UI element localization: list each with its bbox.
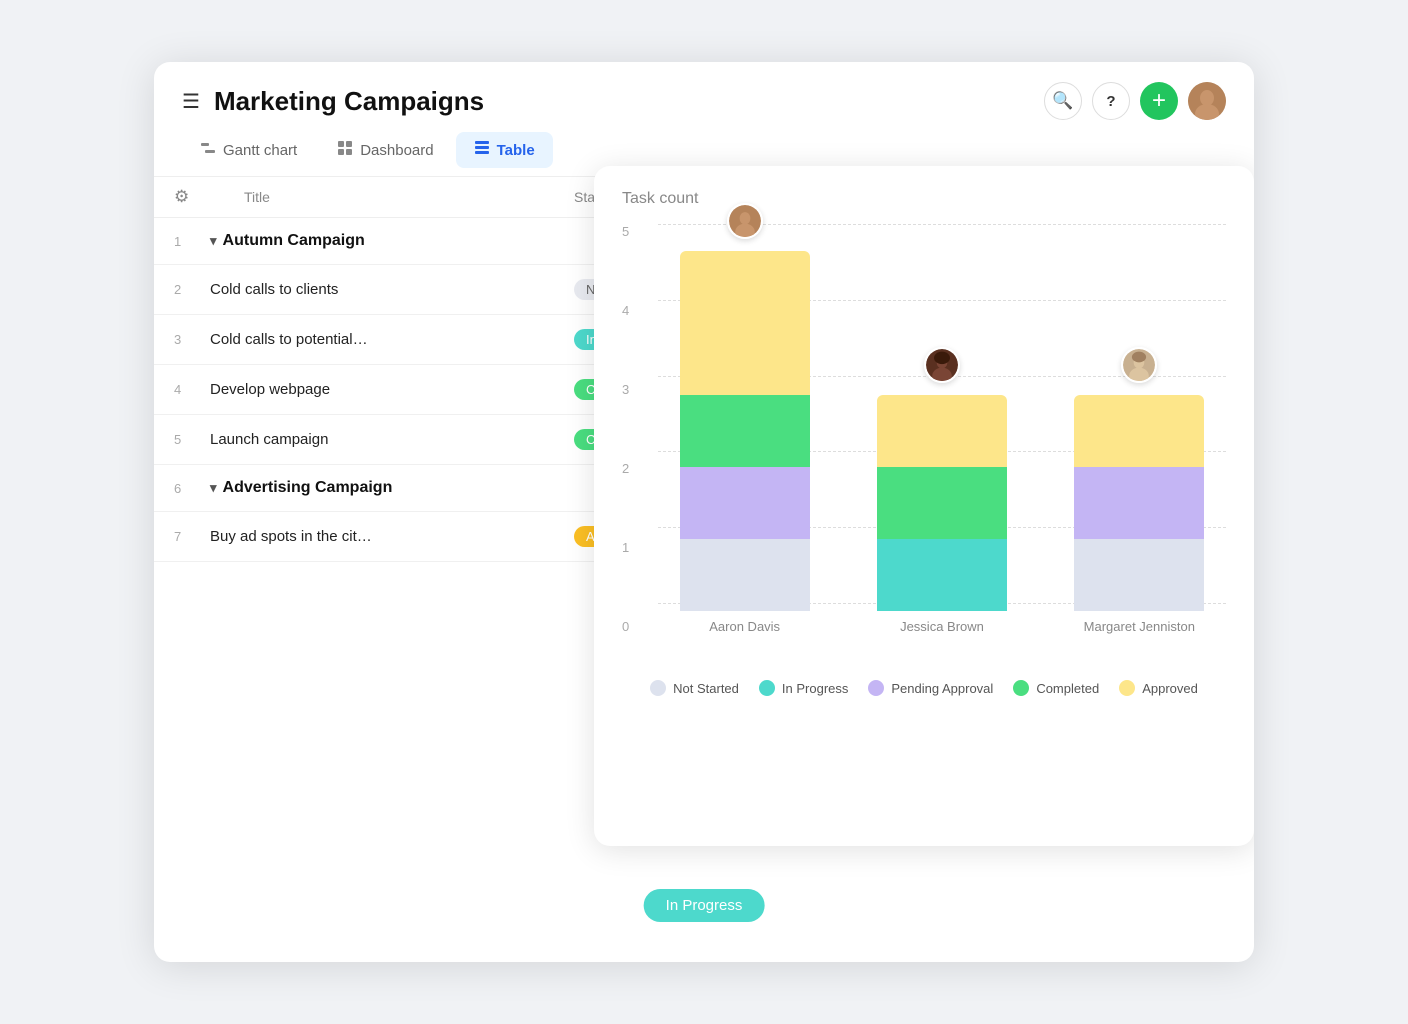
bar-group-aaron: Aaron Davis bbox=[658, 251, 831, 634]
search-button[interactable]: 🔍 bbox=[1044, 82, 1082, 120]
row-title: Develop webpage bbox=[202, 381, 574, 398]
legend-label-pending: Pending Approval bbox=[891, 681, 993, 696]
dashboard-icon bbox=[337, 140, 353, 160]
search-icon: 🔍 bbox=[1052, 91, 1073, 111]
row-number: 4 bbox=[174, 382, 202, 397]
row-number: 6 bbox=[174, 481, 202, 496]
legend-pending-approval: Pending Approval bbox=[868, 680, 993, 696]
chevron-icon: ▾ bbox=[210, 480, 217, 496]
table-icon bbox=[474, 140, 490, 160]
chart-title: Task count bbox=[622, 190, 1226, 208]
y-label: 0 bbox=[622, 619, 629, 634]
bar-segment-completed bbox=[680, 395, 810, 467]
bar-segment-pending bbox=[680, 467, 810, 539]
row-title: Buy ad spots in the cit… bbox=[202, 528, 574, 545]
header-left: ☰ Marketing Campaigns bbox=[182, 86, 484, 117]
bar-stack bbox=[680, 251, 810, 611]
page-title: Marketing Campaigns bbox=[214, 86, 484, 117]
legend-completed: Completed bbox=[1013, 680, 1099, 696]
menu-icon[interactable]: ☰ bbox=[182, 89, 200, 114]
header-right: 🔍 ? + bbox=[1044, 82, 1226, 120]
settings-icon[interactable]: ⚙ bbox=[174, 187, 189, 207]
add-icon: + bbox=[1152, 89, 1166, 113]
row-title: Launch campaign bbox=[202, 431, 574, 448]
bar-segment-not-started bbox=[680, 539, 810, 611]
row-title: ▾Autumn Campaign bbox=[202, 232, 574, 250]
bar-stack bbox=[877, 395, 1007, 611]
legend-label-not-started: Not Started bbox=[673, 681, 739, 696]
user-avatar[interactable] bbox=[1188, 82, 1226, 120]
bar-label-jessica: Jessica Brown bbox=[900, 619, 984, 634]
chart-panel: Task count 0 1 2 3 4 5 bbox=[594, 166, 1254, 846]
y-label: 1 bbox=[622, 540, 629, 555]
bar-group-margaret: Margaret Jenniston bbox=[1053, 395, 1226, 634]
header: ☰ Marketing Campaigns 🔍 ? + bbox=[154, 62, 1254, 132]
gantt-icon bbox=[200, 140, 216, 160]
y-label: 5 bbox=[622, 224, 629, 239]
legend-in-progress: In Progress bbox=[759, 680, 848, 696]
chart-legend: Not Started In Progress Pending Approval… bbox=[622, 680, 1226, 696]
bar-stack bbox=[1074, 395, 1204, 611]
bar-segment-pending bbox=[1074, 467, 1204, 539]
tab-gantt-label: Gantt chart bbox=[223, 142, 297, 159]
row-number: 7 bbox=[174, 529, 202, 544]
legend-dot-in-progress bbox=[759, 680, 775, 696]
bar-label-margaret: Margaret Jenniston bbox=[1084, 619, 1195, 634]
row-title: ▾Advertising Campaign bbox=[202, 479, 574, 497]
tab-table[interactable]: Table bbox=[456, 132, 553, 168]
tab-dashboard[interactable]: Dashboard bbox=[319, 132, 451, 168]
bar-segment-approved bbox=[1074, 395, 1204, 467]
view-tabs: Gantt chart Dashboard Table bbox=[154, 132, 1254, 168]
chart-bars-area: Aaron Davis bbox=[658, 224, 1226, 634]
app-container: ☰ Marketing Campaigns 🔍 ? + bbox=[154, 62, 1254, 962]
legend-approved: Approved bbox=[1119, 680, 1198, 696]
bar-segment-approved bbox=[680, 251, 810, 395]
in-progress-badge: In Progress bbox=[644, 889, 765, 922]
legend-label-completed: Completed bbox=[1036, 681, 1099, 696]
bar-segment-completed bbox=[877, 467, 1007, 539]
bar-segment-not-started bbox=[1074, 539, 1204, 611]
bar-group-jessica: Jessica Brown bbox=[855, 395, 1028, 634]
legend-dot-completed bbox=[1013, 680, 1029, 696]
row-title: Cold calls to clients bbox=[202, 281, 574, 298]
help-button[interactable]: ? bbox=[1092, 82, 1130, 120]
tab-gantt[interactable]: Gantt chart bbox=[182, 132, 315, 168]
bar-label-aaron: Aaron Davis bbox=[709, 619, 780, 634]
row-number: 5 bbox=[174, 432, 202, 447]
y-label: 2 bbox=[622, 461, 629, 476]
tab-table-label: Table bbox=[497, 142, 535, 159]
avatar-aaron bbox=[727, 203, 763, 239]
y-axis: 0 1 2 3 4 5 bbox=[622, 224, 637, 634]
row-title: Cold calls to potential… bbox=[202, 331, 574, 348]
add-button[interactable]: + bbox=[1140, 82, 1178, 120]
avatar-margaret bbox=[1121, 347, 1157, 383]
legend-not-started: Not Started bbox=[650, 680, 739, 696]
legend-label-approved: Approved bbox=[1142, 681, 1198, 696]
tab-dashboard-label: Dashboard bbox=[360, 142, 433, 159]
row-number: 1 bbox=[174, 234, 202, 249]
title-col-header: Title bbox=[214, 189, 574, 205]
legend-dot-pending bbox=[868, 680, 884, 696]
help-icon: ? bbox=[1106, 93, 1115, 110]
legend-dot-approved bbox=[1119, 680, 1135, 696]
legend-dot-not-started bbox=[650, 680, 666, 696]
chart-area: 0 1 2 3 4 5 bbox=[622, 224, 1226, 664]
y-label: 3 bbox=[622, 382, 629, 397]
legend-label-in-progress: In Progress bbox=[782, 681, 848, 696]
avatar-jessica bbox=[924, 347, 960, 383]
row-number: 2 bbox=[174, 282, 202, 297]
y-label: 4 bbox=[622, 303, 629, 318]
row-number: 3 bbox=[174, 332, 202, 347]
bar-segment-approved bbox=[877, 395, 1007, 467]
bottom-status-area: In Progress bbox=[644, 889, 765, 922]
chevron-icon: ▾ bbox=[210, 233, 217, 249]
bar-segment-in-progress bbox=[877, 539, 1007, 611]
settings-col: ⚙ bbox=[174, 187, 214, 207]
content-area: ⚙ Title Status 1 ▾Autumn Campaign 2 Cold… bbox=[154, 176, 1254, 562]
